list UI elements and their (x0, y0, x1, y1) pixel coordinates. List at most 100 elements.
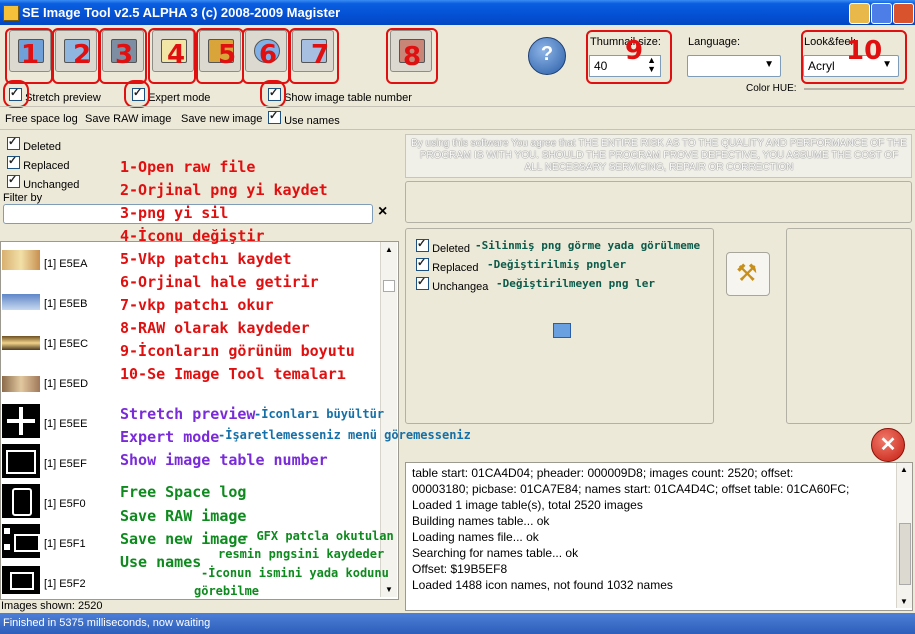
right-filter-deleted[interactable]: Deleted (416, 237, 470, 255)
image-label: [1] E5F0 (44, 498, 86, 510)
language-select[interactable]: ▼ (687, 55, 781, 77)
annotation-text: 9-İconların görünüm boyutu (120, 342, 355, 360)
broom-icon: ⚒ (736, 260, 758, 287)
image-label: [1] E5F2 (44, 578, 86, 590)
disclaimer-panel: By using this software You agree that TH… (405, 134, 912, 178)
divider (0, 129, 915, 130)
image-label: [1] E5EA (44, 258, 88, 270)
log-line: Building names table... ok (412, 514, 550, 528)
scroll-up-icon[interactable]: ▲ (385, 245, 393, 254)
annotation-text: 8-RAW olarak kaydeder (120, 319, 310, 337)
annotation-number-6: 6 (259, 40, 278, 70)
annotation-text: 5-Vkp patchı kaydet (120, 250, 292, 268)
lookfeel-value: Acryl (808, 59, 835, 73)
help-icon: ? (540, 43, 554, 65)
phone-icon (2, 484, 40, 518)
disclaimer-text: By using this software You agree that TH… (411, 138, 907, 173)
plus-icon (2, 404, 40, 438)
right-replaced-checkbox[interactable] (416, 256, 429, 271)
scroll-down-icon[interactable]: ▼ (900, 597, 908, 606)
unchanged-checkbox[interactable] (7, 173, 20, 188)
window-title: SE Image Tool v2.5 ALPHA 3 (c) 2008-2009… (22, 5, 341, 20)
help-button[interactable]: ? (528, 37, 566, 75)
image-label: [1] E5EE (44, 418, 88, 430)
color-hue-slider[interactable] (804, 88, 904, 90)
annotation-note: görebilme (194, 584, 260, 598)
annotation-number-7: 7 (311, 40, 330, 70)
filter-by-label: Filter by (3, 192, 43, 204)
log-panel[interactable]: table start: 01CA4D04; pheader: 000009D8… (405, 462, 913, 611)
image-label: [1] E5EB (44, 298, 88, 310)
annotation-text: Use names (120, 553, 202, 571)
filter-replaced[interactable]: Replaced (7, 154, 70, 172)
replaced-checkbox[interactable] (7, 154, 20, 169)
scroll-thumb[interactable] (899, 523, 911, 585)
right-filter-unchanged[interactable]: Unchangea (416, 275, 488, 293)
annotation-note: -İşaretlemesseniz menü göremesseniz (218, 428, 471, 442)
maximize-button[interactable] (871, 3, 892, 24)
annotation-text: Expert mode (120, 428, 220, 446)
free-space-log-button[interactable]: Free space log (5, 113, 78, 125)
spinner-arrows-icon[interactable]: ▲ ▼ (647, 56, 656, 74)
thumbnail-image (2, 336, 40, 350)
use-names-checkbox[interactable] (268, 109, 281, 124)
right-filter-replaced[interactable]: Replaced (416, 256, 479, 274)
log-line: Offset: $19B5EF8 (412, 562, 508, 576)
log-scrollbar[interactable]: ▲ ▼ (896, 463, 912, 608)
thumbnail-image (2, 294, 40, 310)
annotation-circle (260, 80, 286, 108)
annotation-number-10: 10 (846, 36, 883, 66)
deleted-checkbox[interactable] (7, 135, 20, 150)
annotation-note: resmin pngsini kaydeder (218, 547, 385, 561)
annotation-note: -Silinmiş png görme yada görülmeme (475, 239, 701, 252)
minimize-button[interactable] (849, 3, 870, 24)
deleted-label: Deleted (23, 141, 61, 153)
use-names-option[interactable]: Use names (268, 109, 340, 127)
log-line: 00003180; picbase: 01CA7E84; names start… (412, 482, 850, 496)
annotation-number-1: 1 (21, 40, 40, 70)
show-table-number-option[interactable]: Show image table number (268, 86, 412, 104)
annotation-note: -İconları büyültür (254, 407, 385, 421)
expert-mode-label: Expert mode (148, 92, 211, 104)
annotation-text: 7-vkp patchı okur (120, 296, 274, 314)
close-log-button[interactable]: ✕ (871, 428, 905, 462)
scroll-thumb[interactable] (383, 280, 395, 292)
annotation-circle (3, 80, 29, 108)
image-label: [1] E5EF (44, 458, 87, 470)
annotation-text: 6-Orjinal hale getirir (120, 273, 319, 291)
chevron-down-icon: ▼ (764, 59, 774, 70)
annotation-note: -İconun ismini yada kodunu (201, 566, 389, 580)
thumbnail-size-value: 40 (594, 59, 608, 73)
right-unchanged-checkbox[interactable] (416, 275, 429, 290)
annotation-text: 4-İconu değiştir (120, 227, 265, 245)
chevron-down-icon: ▼ (882, 59, 892, 70)
filter-unchanged[interactable]: Unchanged (7, 173, 79, 191)
clear-filter-icon[interactable]: × (378, 203, 387, 221)
annotation-text: Save new image (120, 530, 247, 548)
right-deleted-checkbox[interactable] (416, 237, 429, 252)
clean-button[interactable]: ⚒ (726, 252, 770, 296)
image-label: [1] E5EC (44, 338, 89, 350)
annotation-note: - GFX patcla okutulan (242, 529, 394, 543)
right-replaced-label: Replaced (432, 262, 479, 274)
annotation-circle (124, 80, 150, 108)
scroll-down-icon[interactable]: ▼ (385, 585, 393, 594)
status-bar: Finished in 5375 milliseconds, now waiti… (0, 613, 915, 634)
stretch-preview-label: Stretch preview (25, 92, 101, 104)
annotation-number-5: 5 (218, 40, 237, 70)
annotation-number-3: 3 (115, 40, 134, 70)
log-line: Loaded 1 image table(s), total 2520 imag… (412, 498, 643, 512)
close-window-button[interactable] (893, 3, 914, 24)
annotation-text: 3-png yi sil (120, 204, 229, 222)
annotation-text: 10-Se Image Tool temaları (120, 365, 346, 383)
annotation-number-9: 9 (625, 36, 644, 66)
annotation-text: 1-Open raw file (120, 158, 256, 176)
save-new-image-button[interactable]: Save new image (181, 113, 262, 125)
annotation-note: -Değiştirilmiş pngler (487, 258, 627, 271)
scroll-up-icon[interactable]: ▲ (900, 465, 908, 474)
save-raw-image-button[interactable]: Save RAW image (85, 113, 171, 125)
preview-header-panel (405, 181, 912, 223)
right-deleted-label: Deleted (432, 243, 470, 255)
annotation-note: -Değiştirilmeyen png ler (496, 277, 655, 290)
filter-deleted[interactable]: Deleted (7, 135, 61, 153)
